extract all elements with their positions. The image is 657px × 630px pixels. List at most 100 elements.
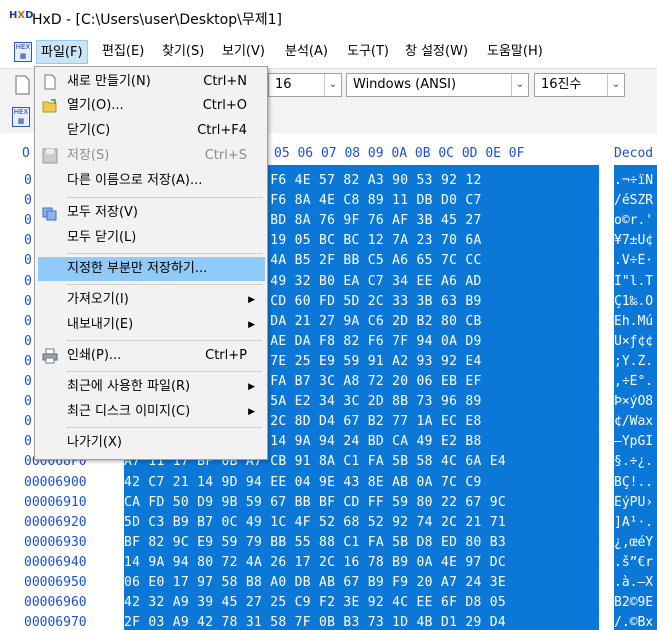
- title-bar: HXD HxD - [C:\Users\user\Desktop\무제1]: [0, 0, 657, 36]
- submenu-arrow-icon: ▶: [248, 320, 255, 330]
- row-hex-bytes[interactable]: 2F 03 A9 42 78 31 58 7F 0B B3 73 1D 4B D…: [124, 615, 506, 630]
- save-disk-icon: [42, 148, 58, 164]
- menu-item-save: 저장(S) Ctrl+S: [38, 144, 265, 168]
- menu-item-save-all[interactable]: 모두 저장(V): [38, 201, 265, 225]
- save-all-icon: [42, 207, 57, 221]
- submenu-arrow-icon: ▶: [248, 295, 255, 305]
- row-decoded-text[interactable]: Î"l.T: [614, 274, 657, 289]
- menu-item-save-selection[interactable]: 지정한 부분만 저장하기...: [38, 257, 265, 281]
- row-decoded-text[interactable]: ;Ý.Ž.: [614, 354, 657, 369]
- row-offset: 0: [24, 314, 32, 329]
- row-hex-bytes[interactable]: 42 32 A9 39 45 27 25 C9 F2 3E 92 4C EE 6…: [124, 595, 506, 610]
- row-decoded-text[interactable]: B2©9E: [614, 595, 657, 610]
- bytes-per-row-select[interactable]: 16 ⌄: [268, 73, 342, 97]
- row-hex-bytes[interactable]: BF 82 9C E9 59 79 BB 55 88 C1 FA 5B D8 E…: [124, 535, 506, 550]
- row-hex-bytes[interactable]: CA FD 50 D9 9B 59 67 BB BF CD FF 59 80 2…: [124, 495, 506, 510]
- menu-view[interactable]: 보기(V): [218, 40, 269, 64]
- row-offset: 0: [24, 294, 32, 309]
- row-decoded-text[interactable]: Þ×ýÒ8: [614, 394, 657, 409]
- charset-value: Windows (ANSI): [353, 77, 457, 92]
- row-hex-bytes[interactable]: 42 C7 21 14 9D 94 EE 04 9E 43 8E AB 0A 7…: [124, 475, 482, 490]
- chevron-down-icon: ⌄: [607, 74, 624, 96]
- menu-separator: [67, 371, 263, 372]
- menu-tools[interactable]: 도구(T): [343, 40, 393, 64]
- row-decoded-text[interactable]: —ŸpGÍ: [614, 434, 657, 449]
- menu-file[interactable]: 파일(F): [36, 40, 88, 64]
- charset-select[interactable]: Windows (ANSI) ⌄: [346, 73, 529, 97]
- row-offset: 00006920: [24, 515, 87, 530]
- chevron-down-icon: ⌄: [511, 74, 528, 96]
- new-file-icon: [44, 74, 56, 90]
- hex-document-icon[interactable]: HEX ▦: [12, 107, 30, 127]
- submenu-arrow-icon: ▶: [248, 382, 255, 392]
- new-file-icon[interactable]: [12, 74, 32, 96]
- row-decoded-text[interactable]: o©r.': [614, 213, 657, 228]
- menu-item-import[interactable]: 가져오기(I) ▶: [38, 288, 265, 312]
- row-offset: 0: [24, 354, 32, 369]
- row-offset: 00006950: [24, 575, 87, 590]
- row-decoded-text[interactable]: ¿‚œéY: [614, 535, 657, 550]
- row-decoded-text[interactable]: Ü×ƒ¢¢: [614, 334, 657, 349]
- row-offset: 0: [24, 233, 32, 248]
- open-folder-icon: [42, 99, 57, 113]
- menu-item-recent-disk-images[interactable]: 최근 디스크 이미지(C) ▶: [38, 400, 265, 424]
- row-decoded-text[interactable]: .¬÷ïN: [614, 173, 657, 188]
- row-decoded-text[interactable]: /.©Bx: [614, 615, 657, 630]
- menu-item-open[interactable]: 열기(O)... Ctrl+O: [38, 94, 265, 118]
- menu-item-close-all[interactable]: 모두 닫기(L): [38, 226, 265, 250]
- menu-analysis[interactable]: 분석(A): [281, 40, 332, 64]
- row-offset: 0: [24, 193, 32, 208]
- menu-item-close[interactable]: 닫기(C) Ctrl+F4: [38, 119, 265, 143]
- row-hex-bytes[interactable]: 14 9A 94 80 72 4A 26 17 2C 16 78 B9 0A 4…: [124, 555, 506, 570]
- row-hex-bytes[interactable]: 5D C3 B9 B7 0C 49 1C 4F 52 68 52 92 74 2…: [124, 515, 506, 530]
- offset-base-select[interactable]: 16진수 ⌄: [534, 73, 625, 97]
- menu-item-new[interactable]: 새로 만들기(N) Ctrl+N: [38, 70, 265, 94]
- menu-item-recent-files[interactable]: 최근에 사용한 파일(R) ▶: [38, 375, 265, 399]
- offset-column-header: O: [22, 146, 30, 161]
- menu-separator: [67, 284, 263, 285]
- row-offset: 00006940: [24, 555, 87, 570]
- row-offset: 00006910: [24, 495, 87, 510]
- row-offset: 0: [24, 334, 32, 349]
- chevron-down-icon: ⌄: [324, 74, 341, 96]
- row-decoded-text[interactable]: ÊýPÙ›: [614, 495, 657, 510]
- row-offset: 0: [24, 173, 32, 188]
- menu-separator: [67, 340, 263, 341]
- row-decoded-text[interactable]: BÇ!..: [614, 475, 657, 490]
- row-decoded-text[interactable]: Ëh.Mú: [614, 314, 657, 329]
- row-decoded-text[interactable]: .š”€r: [614, 555, 657, 570]
- row-offset: 00006970: [24, 615, 87, 630]
- row-decoded-text[interactable]: /éSŽR: [614, 193, 657, 208]
- menu-separator: [67, 253, 263, 254]
- row-decoded-text[interactable]: ¥7±Ü¢: [614, 233, 657, 248]
- menu-search[interactable]: 찾기(S): [158, 40, 208, 64]
- menu-edit[interactable]: 편집(E): [98, 40, 148, 64]
- row-offset: 00006930: [24, 535, 87, 550]
- row-decoded-text[interactable]: Ç1‰.Ó: [614, 294, 657, 309]
- row-decoded-text[interactable]: .V÷Ê·: [614, 253, 657, 268]
- hex-column-header: 05 06 07 08 09 0A 0B 0C 0D 0E 0F: [274, 146, 525, 161]
- row-offset: 00006960: [24, 595, 87, 610]
- offset-base-value: 16진수: [541, 77, 582, 92]
- row-decoded-text[interactable]: ¢/Wax: [614, 414, 657, 429]
- submenu-arrow-icon: ▶: [248, 407, 255, 417]
- document-menu-icon[interactable]: HEX ▦: [14, 42, 32, 62]
- printer-icon: [42, 348, 58, 364]
- row-decoded-text[interactable]: §.÷¿.: [614, 454, 657, 469]
- row-offset: 0: [24, 374, 32, 389]
- menu-item-exit[interactable]: 나가기(X): [38, 431, 265, 455]
- menu-item-export[interactable]: 내보내기(E) ▶: [38, 313, 265, 337]
- row-decoded-text[interactable]: ]Ã¹·.: [614, 515, 657, 530]
- menu-item-save-as[interactable]: 다른 이름으로 저장(A)...: [38, 169, 265, 193]
- row-decoded-text[interactable]: .à.—X: [614, 575, 657, 590]
- menu-item-print[interactable]: 인쇄(P)... Ctrl+P: [38, 344, 265, 368]
- row-offset: 0: [24, 213, 32, 228]
- row-offset: 00006900: [24, 475, 87, 490]
- menu-separator: [67, 427, 263, 428]
- row-hex-bytes[interactable]: 06 E0 17 97 58 B8 A0 DB AB 67 B9 F9 20 A…: [124, 575, 506, 590]
- row-decoded-text[interactable]: ,÷Ê°.: [614, 374, 657, 389]
- menu-window[interactable]: 창 설정(W): [401, 40, 472, 64]
- bytes-per-row-value: 16: [275, 77, 292, 92]
- row-offset: 0: [24, 434, 32, 449]
- menu-help[interactable]: 도움말(H): [483, 40, 547, 64]
